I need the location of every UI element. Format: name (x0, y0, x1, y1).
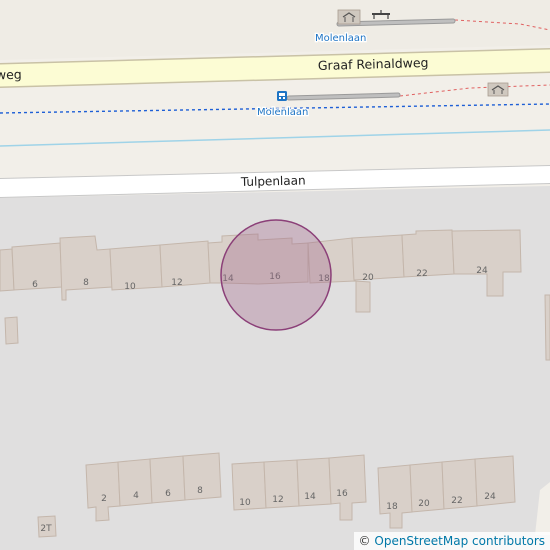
building (401, 229, 455, 278)
house-number: 8 (197, 486, 203, 496)
map-canvas[interactable]: Graaf Reinaldweg weg Tulpenlaan Molenlaa… (0, 0, 550, 550)
map-svg: Graaf Reinaldweg weg Tulpenlaan Molenlaa… (0, 0, 550, 550)
house-number: 2 (101, 494, 107, 504)
street-label-primary-west: weg (0, 67, 22, 83)
building (4, 316, 19, 345)
house-number: 10 (239, 498, 251, 508)
house-number: 4 (133, 491, 139, 501)
house-number: 6 (165, 489, 171, 499)
stop-label-north: Molenlaan (315, 33, 366, 44)
house-number: 2T (40, 524, 52, 534)
house-number: 10 (124, 282, 136, 292)
house-number: 24 (484, 492, 496, 502)
attribution-link[interactable]: OpenStreetMap contributors (374, 534, 545, 548)
house-number: 14 (304, 492, 316, 502)
copyright-symbol: © (358, 534, 371, 548)
stop-label-south: Molenlaan (257, 107, 308, 118)
street-label-minor: Tulpenlaan (240, 173, 306, 189)
house-number: 20 (362, 273, 374, 283)
house-number: 8 (83, 278, 89, 288)
bus-stop-icon[interactable] (277, 91, 287, 101)
building (544, 294, 550, 361)
shelter-icon (487, 82, 509, 97)
location-marker[interactable] (220, 219, 332, 331)
building (159, 240, 211, 288)
attribution: © OpenStreetMap contributors (353, 532, 550, 550)
street-label-primary: Graaf Reinaldweg (318, 55, 429, 73)
house-number: 6 (32, 280, 38, 290)
house-number: 12 (171, 278, 182, 288)
house-number: 22 (416, 269, 427, 279)
building (109, 244, 163, 291)
house-number: 12 (272, 495, 283, 505)
shelter-icon (337, 9, 361, 25)
building (351, 234, 405, 281)
house-number: 22 (451, 496, 462, 506)
house-number: 18 (386, 502, 398, 512)
house-number: 24 (476, 266, 488, 276)
house-number: 20 (418, 499, 430, 509)
house-number: 16 (336, 489, 348, 499)
